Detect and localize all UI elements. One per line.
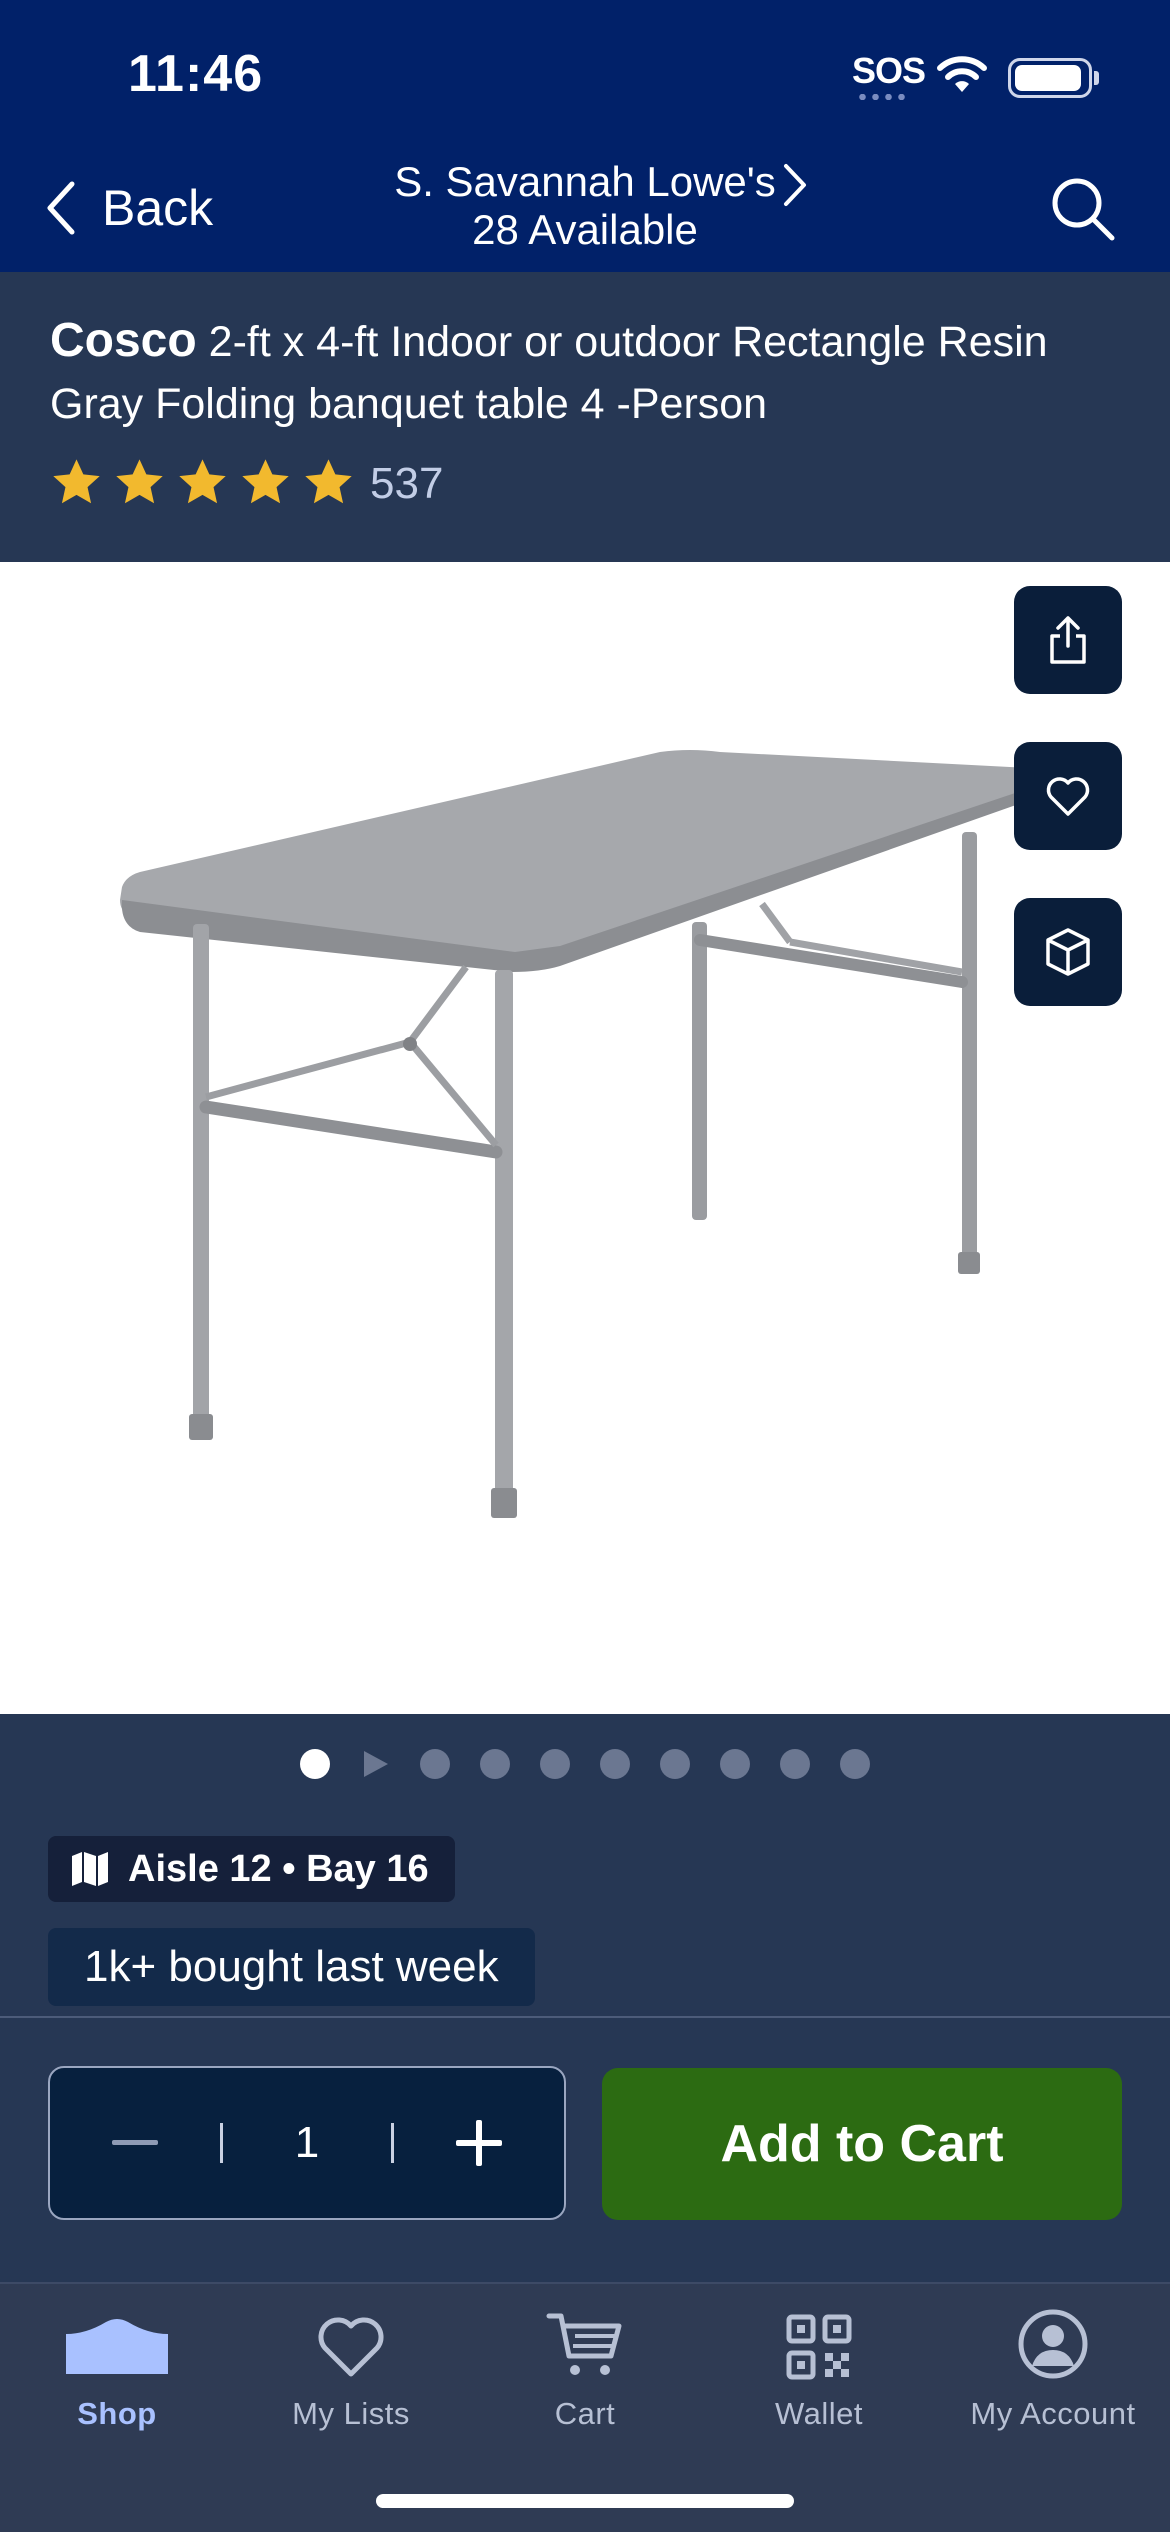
carousel-dot[interactable] <box>840 1749 870 1779</box>
store-availability: 28 Available <box>472 206 698 253</box>
tab-cart[interactable]: Cart <box>468 2300 702 2432</box>
status-time: 11:46 <box>128 45 264 103</box>
tab-label: My Lists <box>292 2396 410 2431</box>
back-label: Back <box>102 180 214 236</box>
tab-label: My Account <box>970 2396 1136 2431</box>
heart-icon <box>318 2317 384 2377</box>
plus-icon <box>456 2120 502 2166</box>
search-icon[interactable] <box>1048 174 1118 244</box>
tab-my-account[interactable]: My Account <box>936 2300 1170 2432</box>
heart-icon <box>1046 777 1090 816</box>
chevron-left-icon <box>47 181 75 235</box>
add-to-cart-button[interactable]: Add to Cart <box>602 2068 1122 2220</box>
tab-label: Wallet <box>775 2396 863 2431</box>
tab-my-lists[interactable]: My Lists <box>234 2300 468 2432</box>
folding-table-image <box>120 750 1031 1518</box>
account-icon <box>1018 2309 1088 2379</box>
product-image-carousel[interactable] <box>0 562 1170 1714</box>
star-icon <box>179 459 226 504</box>
carousel-dot[interactable] <box>540 1749 570 1779</box>
review-count[interactable]: 537 <box>370 456 443 512</box>
carousel-dot[interactable] <box>720 1749 750 1779</box>
wifi-icon <box>937 56 987 92</box>
view-in-3d-button[interactable] <box>1014 898 1122 1006</box>
product-name: 2-ft x 4-ft Indoor or outdoor Rectangle … <box>50 318 1048 428</box>
decrease-quantity-button[interactable] <box>50 2068 220 2218</box>
tab-label: Cart <box>554 2396 616 2431</box>
back-button[interactable]: Back <box>44 176 213 240</box>
battery-nub <box>1094 71 1099 85</box>
qr-code-icon <box>786 2314 852 2380</box>
star-icon <box>53 459 100 504</box>
store-name: S. Savannah Lowe's <box>394 158 776 205</box>
tab-label: Shop <box>77 2396 157 2431</box>
video-play-icon[interactable] <box>360 1749 390 1779</box>
signal-dots-icon <box>856 94 910 100</box>
favorite-button[interactable] <box>1014 742 1122 850</box>
star-icon <box>242 459 289 504</box>
store-selector[interactable]: S. Savannah Lowe's 28 Available <box>360 158 810 254</box>
rating-stars[interactable] <box>50 456 355 509</box>
minus-icon <box>112 2140 158 2145</box>
cart-icon <box>546 2313 622 2375</box>
aisle-location-text: Aisle 12 • Bay 16 <box>128 1847 429 1890</box>
carousel-dot[interactable] <box>600 1749 630 1779</box>
tab-wallet[interactable]: Wallet <box>702 2300 936 2432</box>
star-icon <box>116 459 163 504</box>
product-title: Cosco 2-ft x 4-ft Indoor or outdoor Rect… <box>50 310 1110 435</box>
carousel-pagination[interactable] <box>0 1744 1170 1784</box>
social-proof-badge: 1k+ bought last week <box>48 1928 535 2006</box>
divider <box>0 2016 1170 2018</box>
shop-icon <box>66 2319 168 2374</box>
product-brand: Cosco <box>50 314 197 367</box>
share-icon <box>1050 616 1086 664</box>
map-icon <box>72 1852 108 1886</box>
share-button[interactable] <box>1014 586 1122 694</box>
sos-indicator: SOS <box>852 50 926 91</box>
chevron-right-icon[interactable] <box>782 162 810 208</box>
carousel-dot[interactable] <box>300 1749 330 1779</box>
carousel-dot[interactable] <box>660 1749 690 1779</box>
social-proof-text: 1k+ bought last week <box>84 1942 499 1991</box>
star-icon <box>305 459 352 504</box>
carousel-dot[interactable] <box>780 1749 810 1779</box>
tab-shop[interactable]: Shop <box>0 2300 234 2432</box>
battery-icon <box>1008 58 1092 98</box>
increase-quantity-button[interactable] <box>394 2068 564 2218</box>
quantity-value[interactable]: 1 <box>220 2118 394 2167</box>
aisle-location-badge[interactable]: Aisle 12 • Bay 16 <box>48 1836 455 1902</box>
cube-3d-icon <box>1046 928 1090 976</box>
carousel-dot[interactable] <box>420 1749 450 1779</box>
quantity-stepper[interactable]: 1 <box>48 2066 566 2220</box>
home-indicator <box>376 2494 794 2508</box>
carousel-dot[interactable] <box>480 1749 510 1779</box>
